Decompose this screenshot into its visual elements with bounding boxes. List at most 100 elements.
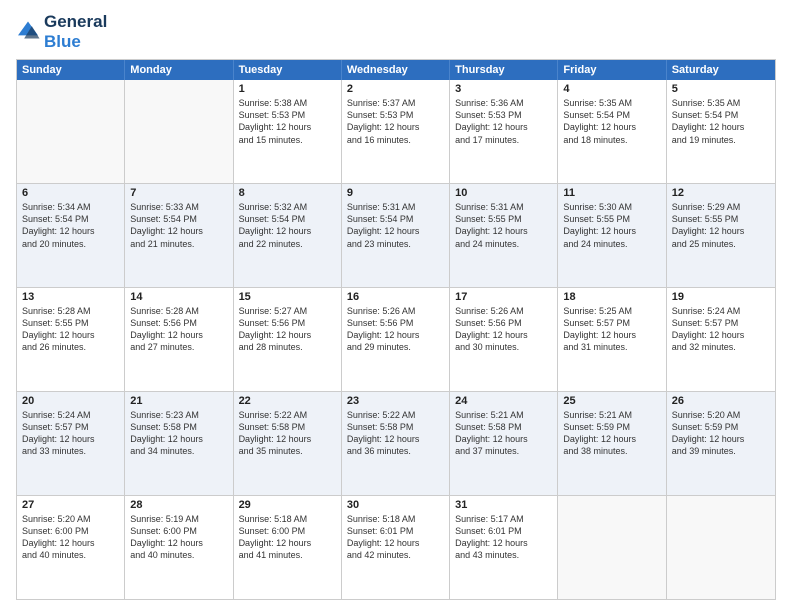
cell-line: Sunset: 5:55 PM: [22, 317, 119, 329]
header-day-saturday: Saturday: [667, 60, 775, 80]
cell-line: Daylight: 12 hours: [455, 433, 552, 445]
cell-line: Sunset: 5:54 PM: [22, 213, 119, 225]
cell-line: and 25 minutes.: [672, 238, 770, 250]
week-row-1: 1Sunrise: 5:38 AMSunset: 5:53 PMDaylight…: [17, 80, 775, 183]
cell-line: Sunrise: 5:19 AM: [130, 513, 227, 525]
cell-line: Daylight: 12 hours: [22, 225, 119, 237]
day-cell-12: 12Sunrise: 5:29 AMSunset: 5:55 PMDayligh…: [667, 184, 775, 287]
day-cell-24: 24Sunrise: 5:21 AMSunset: 5:58 PMDayligh…: [450, 392, 558, 495]
header-day-wednesday: Wednesday: [342, 60, 450, 80]
day-number: 26: [672, 395, 770, 407]
day-cell-6: 6Sunrise: 5:34 AMSunset: 5:54 PMDaylight…: [17, 184, 125, 287]
empty-cell: [125, 80, 233, 183]
cell-line: and 42 minutes.: [347, 549, 444, 561]
day-number: 5: [672, 83, 770, 95]
day-number: 17: [455, 291, 552, 303]
cell-line: and 43 minutes.: [455, 549, 552, 561]
day-cell-10: 10Sunrise: 5:31 AMSunset: 5:55 PMDayligh…: [450, 184, 558, 287]
cell-line: Sunrise: 5:18 AM: [347, 513, 444, 525]
cell-line: and 31 minutes.: [563, 341, 660, 353]
cell-line: Sunset: 6:00 PM: [22, 525, 119, 537]
cell-line: Sunrise: 5:34 AM: [22, 201, 119, 213]
day-number: 4: [563, 83, 660, 95]
empty-cell: [558, 496, 666, 599]
cell-line: Daylight: 12 hours: [672, 225, 770, 237]
cell-line: Sunrise: 5:38 AM: [239, 97, 336, 109]
cell-line: Sunset: 5:57 PM: [22, 421, 119, 433]
day-cell-19: 19Sunrise: 5:24 AMSunset: 5:57 PMDayligh…: [667, 288, 775, 391]
day-cell-13: 13Sunrise: 5:28 AMSunset: 5:55 PMDayligh…: [17, 288, 125, 391]
calendar-header: SundayMondayTuesdayWednesdayThursdayFrid…: [17, 60, 775, 80]
cell-line: Sunrise: 5:25 AM: [563, 305, 660, 317]
day-cell-4: 4Sunrise: 5:35 AMSunset: 5:54 PMDaylight…: [558, 80, 666, 183]
day-cell-21: 21Sunrise: 5:23 AMSunset: 5:58 PMDayligh…: [125, 392, 233, 495]
cell-line: Sunrise: 5:24 AM: [22, 409, 119, 421]
cell-line: Sunrise: 5:35 AM: [672, 97, 770, 109]
cell-line: Sunrise: 5:26 AM: [347, 305, 444, 317]
logo-icon: [16, 20, 40, 40]
cell-line: Sunrise: 5:18 AM: [239, 513, 336, 525]
cell-line: Sunrise: 5:35 AM: [563, 97, 660, 109]
cell-line: Sunset: 6:00 PM: [239, 525, 336, 537]
cell-line: Daylight: 12 hours: [130, 225, 227, 237]
day-number: 8: [239, 187, 336, 199]
cell-line: and 24 minutes.: [455, 238, 552, 250]
header: General Blue: [16, 12, 776, 51]
cell-line: Daylight: 12 hours: [22, 329, 119, 341]
cell-line: Sunrise: 5:22 AM: [347, 409, 444, 421]
day-cell-27: 27Sunrise: 5:20 AMSunset: 6:00 PMDayligh…: [17, 496, 125, 599]
cell-line: and 40 minutes.: [130, 549, 227, 561]
day-cell-30: 30Sunrise: 5:18 AMSunset: 6:01 PMDayligh…: [342, 496, 450, 599]
cell-line: Sunrise: 5:33 AM: [130, 201, 227, 213]
day-number: 9: [347, 187, 444, 199]
cell-line: Daylight: 12 hours: [563, 329, 660, 341]
week-row-5: 27Sunrise: 5:20 AMSunset: 6:00 PMDayligh…: [17, 495, 775, 599]
cell-line: Sunrise: 5:27 AM: [239, 305, 336, 317]
cell-line: Daylight: 12 hours: [239, 433, 336, 445]
header-day-friday: Friday: [558, 60, 666, 80]
day-cell-29: 29Sunrise: 5:18 AMSunset: 6:00 PMDayligh…: [234, 496, 342, 599]
cell-line: Sunset: 5:54 PM: [672, 109, 770, 121]
cell-line: and 27 minutes.: [130, 341, 227, 353]
empty-cell: [17, 80, 125, 183]
day-cell-20: 20Sunrise: 5:24 AMSunset: 5:57 PMDayligh…: [17, 392, 125, 495]
day-cell-31: 31Sunrise: 5:17 AMSunset: 6:01 PMDayligh…: [450, 496, 558, 599]
cell-line: and 23 minutes.: [347, 238, 444, 250]
cell-line: and 35 minutes.: [239, 445, 336, 457]
cell-line: Daylight: 12 hours: [347, 225, 444, 237]
week-row-2: 6Sunrise: 5:34 AMSunset: 5:54 PMDaylight…: [17, 183, 775, 287]
cell-line: Sunset: 5:56 PM: [239, 317, 336, 329]
header-day-sunday: Sunday: [17, 60, 125, 80]
cell-line: Sunset: 5:58 PM: [347, 421, 444, 433]
cell-line: Sunrise: 5:30 AM: [563, 201, 660, 213]
cell-line: Sunset: 5:56 PM: [130, 317, 227, 329]
cell-line: Sunrise: 5:28 AM: [22, 305, 119, 317]
cell-line: Daylight: 12 hours: [455, 329, 552, 341]
cell-line: Sunset: 5:56 PM: [455, 317, 552, 329]
cell-line: Sunset: 5:55 PM: [563, 213, 660, 225]
cell-line: Sunset: 5:57 PM: [563, 317, 660, 329]
cell-line: Sunrise: 5:20 AM: [22, 513, 119, 525]
day-cell-17: 17Sunrise: 5:26 AMSunset: 5:56 PMDayligh…: [450, 288, 558, 391]
cell-line: Sunrise: 5:28 AM: [130, 305, 227, 317]
cell-line: Daylight: 12 hours: [455, 537, 552, 549]
cell-line: Sunset: 5:54 PM: [130, 213, 227, 225]
cell-line: Daylight: 12 hours: [239, 121, 336, 133]
cell-line: Sunset: 5:56 PM: [347, 317, 444, 329]
day-cell-15: 15Sunrise: 5:27 AMSunset: 5:56 PMDayligh…: [234, 288, 342, 391]
page: General Blue SundayMondayTuesdayWednesda…: [0, 0, 792, 612]
cell-line: and 22 minutes.: [239, 238, 336, 250]
day-number: 15: [239, 291, 336, 303]
day-number: 24: [455, 395, 552, 407]
cell-line: and 18 minutes.: [563, 134, 660, 146]
cell-line: Sunrise: 5:17 AM: [455, 513, 552, 525]
day-cell-3: 3Sunrise: 5:36 AMSunset: 5:53 PMDaylight…: [450, 80, 558, 183]
cell-line: Sunrise: 5:20 AM: [672, 409, 770, 421]
day-number: 21: [130, 395, 227, 407]
day-number: 19: [672, 291, 770, 303]
day-number: 2: [347, 83, 444, 95]
cell-line: and 16 minutes.: [347, 134, 444, 146]
cell-line: Daylight: 12 hours: [22, 433, 119, 445]
cell-line: Sunset: 5:53 PM: [347, 109, 444, 121]
cell-line: and 37 minutes.: [455, 445, 552, 457]
